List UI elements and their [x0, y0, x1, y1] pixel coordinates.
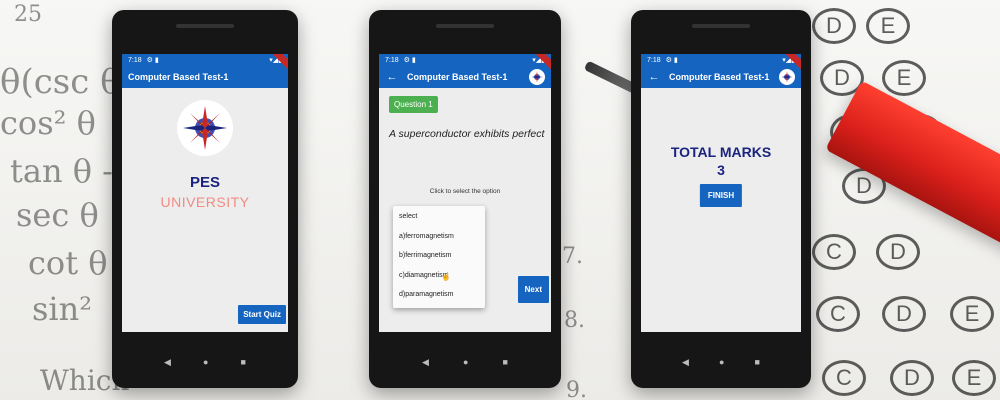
- phone-speaker: [692, 24, 750, 28]
- page-number: 8.: [564, 308, 585, 333]
- answer-bubble: D: [812, 8, 856, 44]
- math-line: θ(csc θ: [0, 62, 121, 102]
- math-line: 25: [14, 2, 42, 27]
- android-nav-bar: ◀ ● ■: [112, 357, 298, 368]
- arrow-left-icon[interactable]: ←: [385, 71, 399, 83]
- question-number-chip: Question 1: [389, 96, 438, 113]
- splash-screen: 7:18 ⚙ ▮ ▾◢▮ Computer Based Test-1 PES U…: [122, 54, 288, 332]
- nav-home-icon[interactable]: ●: [719, 357, 724, 368]
- math-line: cos² θ: [0, 104, 96, 142]
- answer-bubble: C: [812, 234, 856, 270]
- status-time: 7:18: [385, 56, 399, 64]
- phone-splash: 7:18 ⚙ ▮ ▾◢▮ Computer Based Test-1 PES U…: [112, 10, 298, 388]
- nav-recents-icon[interactable]: ■: [241, 357, 246, 368]
- phone-question: 7:18 ⚙ ▮ ▾◢▮ ← Computer Based Test-1 Que…: [369, 10, 561, 388]
- status-icons: ⚙ ▮: [403, 57, 416, 64]
- status-time: 7:18: [128, 56, 142, 64]
- app-bar: ← Computer Based Test-1: [641, 66, 801, 88]
- total-marks-label: TOTAL MARKS: [670, 144, 772, 160]
- app-bar: ← Computer Based Test-1: [379, 66, 551, 88]
- question-screen: 7:18 ⚙ ▮ ▾◢▮ ← Computer Based Test-1 Que…: [379, 54, 551, 332]
- answer-bubble: C: [816, 296, 860, 332]
- dropdown-option[interactable]: select: [393, 208, 485, 228]
- android-nav-bar: ◀ ● ■: [631, 357, 811, 368]
- red-pencil: [825, 80, 1000, 258]
- nav-recents-icon[interactable]: ■: [503, 357, 508, 368]
- status-icons: ⚙ ▮: [665, 57, 678, 64]
- status-bar: 7:18 ⚙ ▮ ▾◢▮: [379, 54, 551, 73]
- arrow-left-icon[interactable]: ←: [647, 71, 661, 83]
- start-quiz-button[interactable]: Start Quiz: [238, 305, 286, 324]
- phone-speaker: [436, 24, 494, 28]
- total-marks-value: 3: [717, 162, 725, 178]
- phone-result: 7:18 ⚙ ▮ ▾◢▮ ← Computer Based Test-1 TOT…: [631, 10, 811, 388]
- page-number: 7.: [562, 244, 583, 269]
- math-line: cot θ: [28, 244, 108, 282]
- math-line: tan θ -: [10, 152, 113, 190]
- dropdown-option[interactable]: b)ferrimagnetism: [393, 247, 485, 267]
- question-text: A superconductor exhibits perfect: [389, 128, 545, 140]
- answer-bubble: C: [822, 360, 866, 396]
- answer-bubble: E: [866, 8, 910, 44]
- math-line: sec θ: [16, 196, 99, 234]
- answer-bubble: E: [882, 60, 926, 96]
- result-screen: 7:18 ⚙ ▮ ▾◢▮ ← Computer Based Test-1 TOT…: [641, 54, 801, 332]
- app-title: Computer Based Test-1: [128, 72, 229, 82]
- nav-back-icon[interactable]: ◀: [422, 357, 429, 368]
- answer-bubble: D: [876, 234, 920, 270]
- nav-back-icon[interactable]: ◀: [164, 357, 171, 368]
- nav-recents-icon[interactable]: ■: [755, 357, 760, 368]
- math-line: sin²: [32, 290, 93, 328]
- app-title: Computer Based Test-1: [669, 72, 770, 82]
- status-bar: 7:18 ⚙ ▮ ▾◢▮: [122, 54, 288, 73]
- select-hint: Click to select the option: [429, 188, 501, 195]
- answer-bubble: D: [890, 360, 934, 396]
- university-title: UNIVERSITY: [160, 194, 250, 210]
- app-title: Computer Based Test-1: [407, 72, 508, 82]
- status-icons: ⚙ ▮: [146, 57, 159, 64]
- nav-home-icon[interactable]: ●: [463, 357, 468, 368]
- dropdown-option[interactable]: a)ferromagnetism: [393, 228, 485, 248]
- phone-speaker: [176, 24, 234, 28]
- finish-button[interactable]: FINISH: [699, 184, 743, 207]
- hand-cursor-icon: ☝: [441, 272, 451, 281]
- dropdown-option[interactable]: d)paramagnetism: [393, 286, 485, 306]
- option-dropdown-menu[interactable]: select a)ferromagnetism b)ferrimagnetism…: [393, 206, 485, 308]
- pes-title: PES: [189, 174, 220, 191]
- answer-bubble: E: [952, 360, 996, 396]
- app-bar: Computer Based Test-1: [122, 66, 288, 88]
- pes-compass-logo-icon: [779, 69, 795, 85]
- dropdown-option[interactable]: c)diamagnetism: [393, 267, 485, 287]
- status-bar: 7:18 ⚙ ▮ ▾◢▮: [641, 54, 801, 73]
- pes-compass-logo-icon: [177, 100, 233, 156]
- nav-back-icon[interactable]: ◀: [682, 357, 689, 368]
- answer-bubble: D: [882, 296, 926, 332]
- answer-bubble: E: [950, 296, 994, 332]
- page-number: 9.: [566, 378, 587, 400]
- next-button[interactable]: Next: [517, 276, 549, 303]
- status-time: 7:18: [647, 56, 661, 64]
- nav-home-icon[interactable]: ●: [203, 357, 208, 368]
- pes-compass-logo-icon: [529, 69, 545, 85]
- android-nav-bar: ◀ ● ■: [369, 357, 561, 368]
